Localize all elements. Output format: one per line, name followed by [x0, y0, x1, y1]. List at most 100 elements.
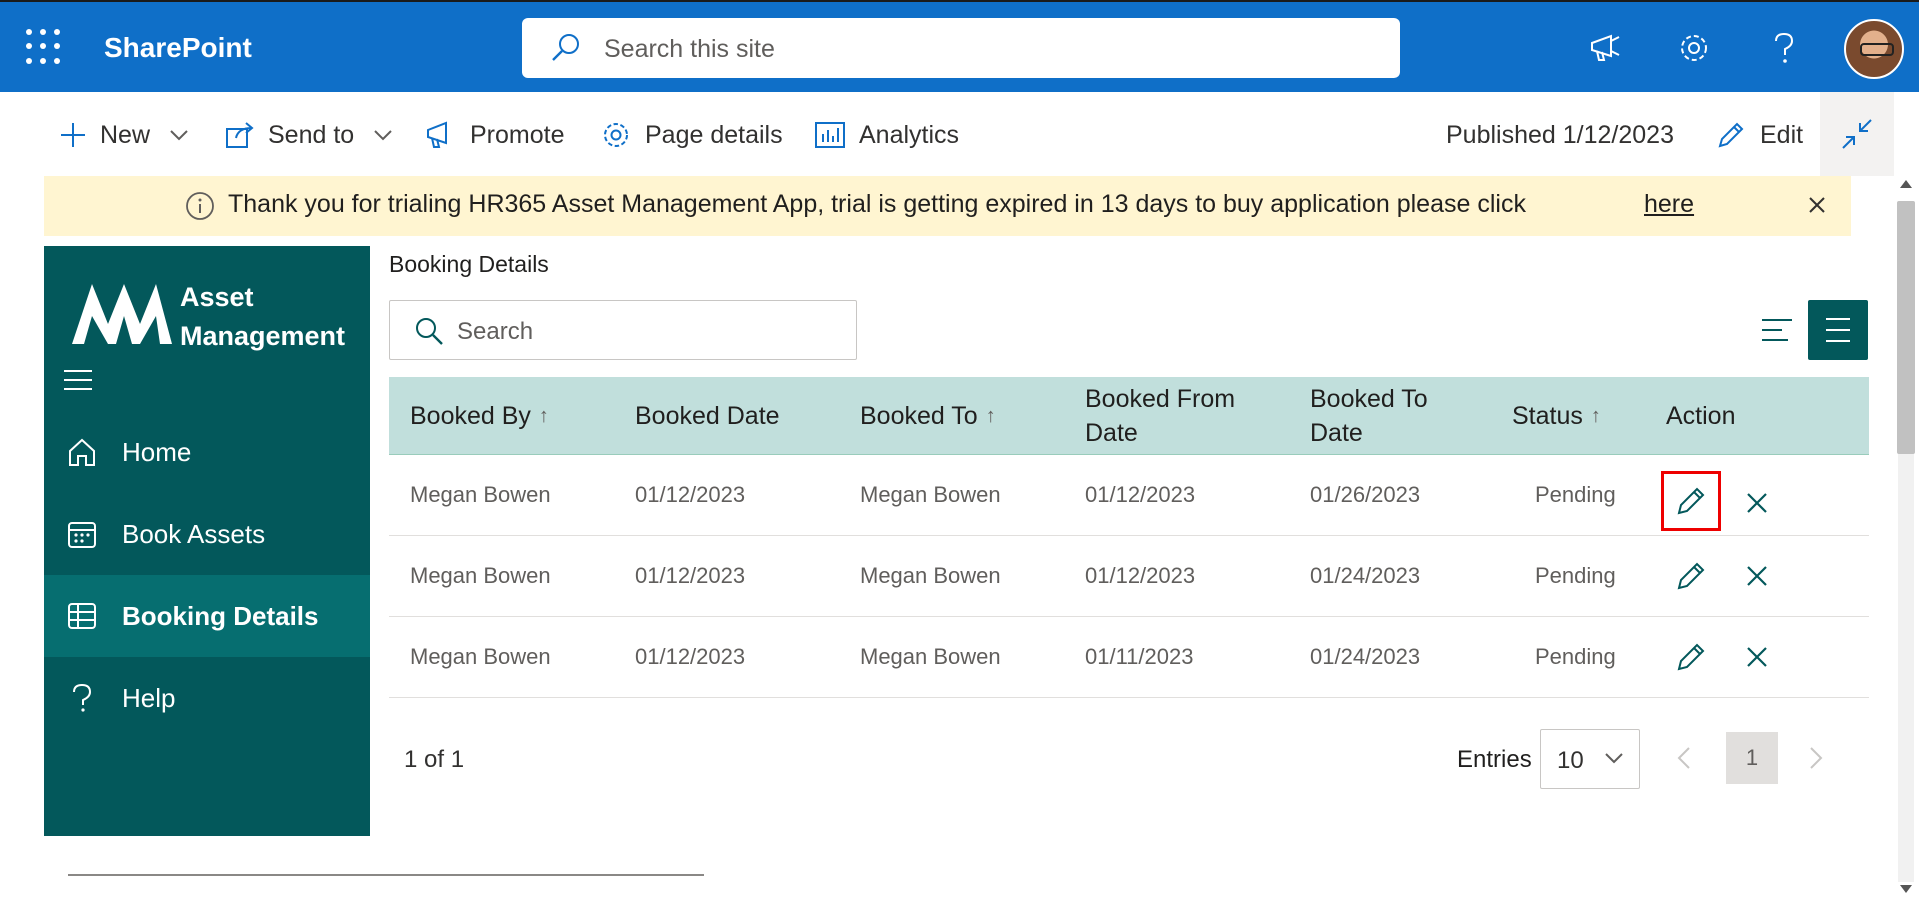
cell-status: Pending	[1535, 482, 1616, 507]
trial-message: Thank you for trialing HR365 Asset Manag…	[228, 190, 1526, 218]
pencil-icon	[1718, 122, 1744, 148]
sharepoint-brand[interactable]: SharePoint	[104, 32, 252, 64]
column-label: Booked By	[410, 402, 531, 430]
divider	[68, 874, 704, 876]
app-launcher-icon[interactable]	[26, 29, 62, 65]
analytics-button[interactable]: Analytics	[815, 118, 959, 152]
column-header-booked-by[interactable]: Booked By ↑	[410, 377, 610, 455]
nav-label-home: Home	[122, 436, 192, 467]
cell-booked-to-date: 01/24/2023	[1310, 563, 1421, 588]
cancel-booking-button[interactable]	[1727, 627, 1787, 687]
cell-booked-by: Megan Bowen	[410, 563, 551, 588]
nav-item-book-assets[interactable]: Book Assets	[44, 493, 370, 575]
chevron-down-icon	[170, 130, 188, 141]
calendar-icon	[52, 519, 112, 549]
list-view-icon[interactable]	[1760, 316, 1794, 344]
cell-booked-date: 01/12/2023	[635, 563, 746, 588]
booking-search-input[interactable]: Search	[389, 300, 857, 360]
column-header-action: Action	[1666, 377, 1806, 455]
search-icon	[552, 34, 579, 61]
edit-booking-button[interactable]	[1661, 627, 1721, 687]
new-button[interactable]: New	[60, 118, 188, 152]
collapse-header-button[interactable]	[1820, 92, 1894, 176]
trial-banner: Thank you for trialing HR365 Asset Manag…	[44, 176, 1851, 236]
cell-booked-by: Megan Bowen	[410, 482, 551, 507]
pencil-icon	[1677, 487, 1705, 515]
column-header-booked-from-date[interactable]: Booked From Date	[1085, 377, 1265, 455]
close-icon	[1747, 566, 1767, 586]
column-label: Booked To Date	[1310, 385, 1428, 447]
plus-icon	[61, 123, 85, 147]
edit-booking-button[interactable]	[1661, 471, 1721, 531]
cell-booked-from-date: 01/12/2023	[1085, 482, 1196, 507]
previous-page-chevron-icon[interactable]	[1676, 746, 1692, 770]
pager-count: 1 of 1	[404, 746, 465, 773]
cell-booked-by: Megan Bowen	[410, 644, 551, 669]
site-search-box[interactable]: Search this site	[522, 18, 1400, 78]
page-details-label: Page details	[645, 120, 783, 149]
column-header-booked-to-date[interactable]: Booked To Date	[1310, 377, 1460, 455]
column-label: Status	[1512, 402, 1583, 430]
megaphone-icon	[427, 121, 447, 148]
megaphone-icon[interactable]	[1584, 26, 1628, 70]
column-header-booked-to[interactable]: Booked To ↑	[860, 377, 1060, 455]
page-scrollbar[interactable]	[1893, 176, 1919, 903]
pencil-icon	[1677, 562, 1705, 590]
chevron-down-icon	[1605, 753, 1623, 764]
scroll-up-arrow-icon[interactable]	[1900, 180, 1912, 188]
help-question-icon[interactable]	[1762, 26, 1806, 70]
entries-label: Entries	[1457, 746, 1532, 773]
new-label: New	[100, 120, 151, 149]
site-search-placeholder: Search this site	[604, 35, 775, 63]
app-sidebar: Asset Management Home Book Assets Bookin…	[44, 246, 370, 836]
close-icon	[1747, 493, 1767, 513]
scroll-down-arrow-icon[interactable]	[1900, 885, 1912, 893]
sort-arrow-icon: ↑	[985, 405, 996, 427]
gear-icon	[604, 123, 628, 147]
nav-label-booking-details: Booking Details	[122, 600, 319, 631]
page-title: Booking Details	[389, 251, 549, 277]
buy-here-link[interactable]: here	[1644, 190, 1694, 219]
table-row: Megan Bowen 01/12/2023 Megan Bowen 01/11…	[389, 617, 1869, 698]
column-label: Booked From Date	[1085, 385, 1236, 447]
cell-booked-date: 01/12/2023	[635, 482, 746, 507]
edit-page-button[interactable]: Edit	[1716, 118, 1803, 152]
column-label: Booked To	[860, 402, 978, 430]
nav-label-help: Help	[122, 682, 176, 713]
search-icon	[416, 318, 443, 345]
scroll-thumb[interactable]	[1897, 201, 1915, 454]
column-header-booked-date[interactable]: Booked Date	[635, 377, 835, 455]
cell-booked-to: Megan Bowen	[860, 644, 1001, 669]
analytics-label: Analytics	[859, 120, 960, 149]
cell-booked-to: Megan Bowen	[860, 563, 1001, 588]
close-icon[interactable]	[1806, 194, 1828, 216]
detail-view-button[interactable]	[1808, 300, 1868, 360]
next-page-chevron-icon[interactable]	[1808, 746, 1824, 770]
entries-per-page-select[interactable]: 10	[1540, 729, 1640, 789]
nav-item-home[interactable]: Home	[44, 411, 370, 493]
asset-management-logo-icon	[72, 284, 172, 344]
cell-booked-from-date: 01/12/2023	[1085, 563, 1196, 588]
edit-label: Edit	[1760, 120, 1804, 149]
hamburger-menu-icon[interactable]	[64, 370, 92, 397]
table-icon	[52, 601, 112, 631]
page-details-button[interactable]: Page details	[601, 118, 783, 152]
help-icon	[52, 683, 112, 713]
nav-item-help[interactable]: Help	[44, 657, 370, 739]
sort-arrow-icon: ↑	[1590, 405, 1601, 427]
cell-status: Pending	[1535, 563, 1616, 588]
user-avatar[interactable]	[1844, 19, 1904, 79]
logo-line-management: Management	[180, 321, 346, 351]
settings-gear-icon[interactable]	[1672, 26, 1716, 70]
page-number-button[interactable]: 1	[1726, 732, 1778, 784]
column-header-status[interactable]: Status ↑	[1512, 377, 1652, 455]
send-to-button[interactable]: Send to	[226, 118, 392, 152]
nav-label-book-assets: Book Assets	[122, 518, 266, 549]
edit-booking-button[interactable]	[1661, 546, 1721, 606]
promote-button[interactable]: Promote	[426, 118, 564, 152]
cancel-booking-button[interactable]	[1727, 473, 1787, 533]
cancel-booking-button[interactable]	[1727, 546, 1787, 606]
pencil-icon	[1677, 643, 1705, 671]
send-to-label: Send to	[268, 120, 355, 149]
nav-item-booking-details[interactable]: Booking Details	[44, 575, 370, 657]
